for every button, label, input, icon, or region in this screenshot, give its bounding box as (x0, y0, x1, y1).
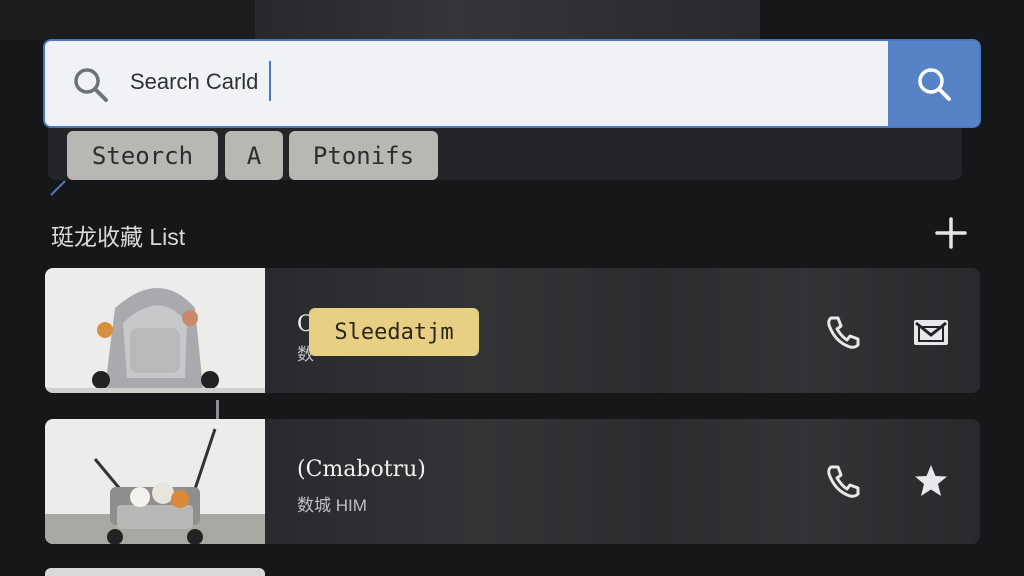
list-item[interactable]: C 数 (45, 268, 980, 393)
product-thumbnail (45, 268, 265, 393)
add-icon[interactable] (934, 216, 968, 250)
search-input[interactable]: Search Carld (130, 69, 258, 95)
product-thumbnail (45, 419, 265, 544)
list-title: 珽龙收藏 List (51, 224, 186, 250)
phone-icon[interactable] (823, 461, 863, 501)
next-item-thumbnail (45, 568, 265, 576)
search-icon (917, 67, 951, 101)
list-item[interactable]: (Cmabotru) 数城 HIM (45, 419, 980, 544)
search-button[interactable] (888, 41, 979, 126)
tooltip: Sleedatjm (309, 308, 479, 356)
background-top-left (0, 0, 255, 40)
phone-icon[interactable] (823, 312, 863, 352)
accent-mark (50, 180, 66, 196)
filter-chip-3[interactable]: Ptonifs (289, 131, 438, 180)
mail-icon[interactable] (911, 312, 951, 352)
card-subtitle: 数城 HIM (297, 496, 367, 515)
star-icon[interactable] (911, 461, 951, 501)
search-bar[interactable]: Search Carld (43, 39, 981, 128)
text-caret (269, 61, 271, 101)
search-icon (74, 68, 108, 102)
filter-chip-1[interactable]: Steorch (67, 131, 218, 180)
background-image-top (255, 0, 760, 40)
card-title: (Cmabotru) (297, 457, 426, 482)
filter-chip-2[interactable]: A (225, 131, 283, 180)
